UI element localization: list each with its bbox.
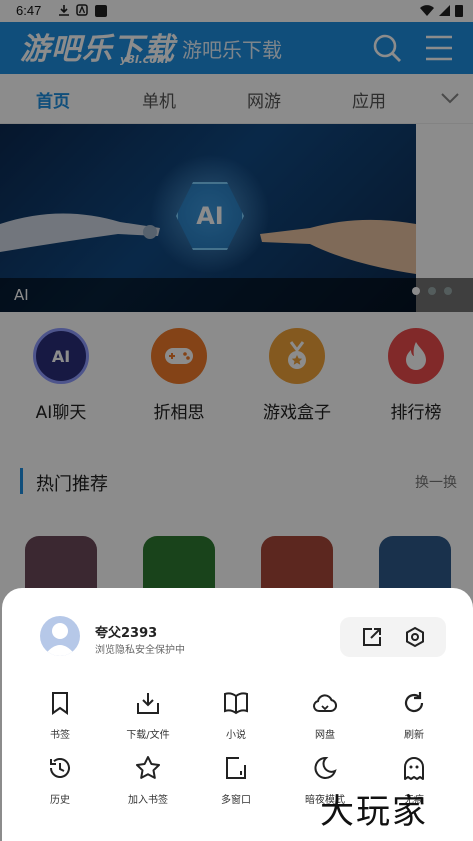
- menu-label: 小说: [226, 730, 246, 741]
- download-icon: [137, 693, 159, 714]
- menu-label: 网盘: [315, 730, 335, 741]
- moon-icon: [314, 756, 337, 779]
- user-name[interactable]: 夸父2393: [95, 622, 157, 641]
- window-icon: [226, 757, 246, 779]
- privacy-status: 浏览隐私安全保护中: [95, 645, 185, 656]
- menu-novels[interactable]: 小说: [196, 690, 276, 741]
- history-icon: [50, 758, 70, 778]
- menu-add-bookmark[interactable]: 加入书签: [108, 755, 188, 806]
- menu-downloads[interactable]: 下载/文件: [108, 690, 188, 741]
- menu-cloud-drive[interactable]: 网盘: [285, 690, 365, 741]
- watermark: 大玩家: [320, 792, 428, 832]
- menu-label: 多窗口: [221, 795, 251, 806]
- sheet-top-actions: [340, 617, 446, 657]
- menu-label: 下载/文件: [126, 730, 170, 741]
- menu-label: 书签: [50, 730, 70, 741]
- star-icon: [136, 756, 160, 779]
- menu-label: 刷新: [404, 730, 424, 741]
- book-icon: [224, 692, 248, 715]
- menu-refresh[interactable]: 刷新: [374, 690, 454, 741]
- bookmark-icon: [52, 692, 68, 715]
- avatar[interactable]: [40, 616, 80, 656]
- menu-history[interactable]: 历史: [20, 755, 100, 806]
- ghost-icon: [404, 757, 424, 780]
- menu-label: 历史: [50, 795, 70, 806]
- settings-icon[interactable]: [404, 626, 426, 648]
- menu-bookmarks[interactable]: 书签: [20, 690, 100, 741]
- refresh-icon: [404, 692, 424, 713]
- menu-label: 加入书签: [128, 795, 168, 806]
- share-icon[interactable]: [361, 626, 383, 648]
- menu-multi-window[interactable]: 多窗口: [196, 755, 276, 806]
- cloud-icon: [313, 694, 338, 712]
